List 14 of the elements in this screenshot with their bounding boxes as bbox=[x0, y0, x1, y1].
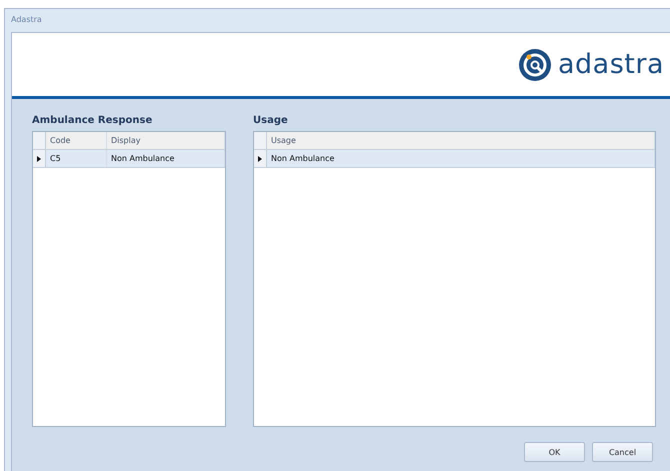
ok-button[interactable]: OK bbox=[524, 442, 585, 462]
table-cell: C5 bbox=[46, 150, 107, 167]
window-title: Adastra bbox=[10, 14, 43, 26]
grid-row[interactable]: C5 Non Ambulance bbox=[33, 150, 225, 168]
row-pointer-icon bbox=[258, 156, 262, 162]
panel-title: Usage bbox=[253, 115, 289, 128]
panel-title: Ambulance Response bbox=[32, 115, 154, 128]
logo-text: adastra bbox=[558, 49, 664, 80]
cancel-button[interactable]: Cancel bbox=[592, 442, 653, 462]
logo-icon bbox=[518, 48, 552, 82]
table-cell: Non Ambulance bbox=[107, 150, 225, 167]
column-header[interactable]: Code bbox=[46, 132, 107, 149]
row-pointer-icon bbox=[37, 156, 41, 162]
column-header[interactable]: Display bbox=[107, 132, 225, 149]
